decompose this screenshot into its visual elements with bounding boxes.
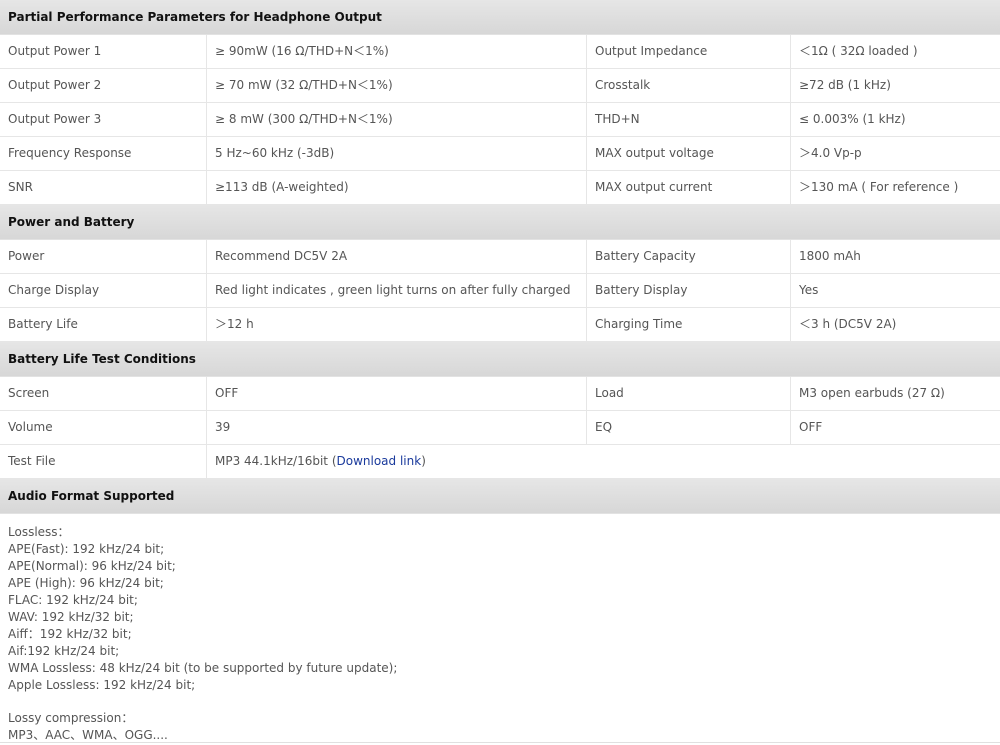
test-file-prefix: MP3 44.1kHz/16bit ( — [215, 454, 337, 468]
section-header-formats: Audio Format Supported — [0, 479, 1000, 514]
list-item: Aiff：192 kHz/32 bit; — [8, 627, 132, 641]
param-value: ＞4.0 Vp-p — [799, 146, 862, 160]
param-label: THD+N — [587, 103, 791, 136]
table-row: Output Power 1 ≥ 90mW (16 Ω/THD+N＜1%) Ou… — [0, 35, 1000, 69]
power-table: Power Recommend DC5V 2A Battery Capacity… — [0, 240, 1000, 342]
test-file-label: Test File — [0, 445, 207, 478]
section-header-power: Power and Battery — [0, 205, 1000, 240]
table-row: Output Power 2 ≥ 70 mW (32 Ω/THD+N＜1%) C… — [0, 69, 1000, 103]
param-value: ＜3 h (DC5V 2A) — [799, 317, 897, 331]
test-table: Screen OFF Load M3 open earbuds (27 Ω) V… — [0, 377, 1000, 479]
list-item: Apple Lossless: 192 kHz/24 bit; — [8, 678, 196, 692]
formats-list: Lossless： APE(Fast): 192 kHz/24 bit; APE… — [0, 514, 1000, 744]
list-item: APE(Fast): 192 kHz/24 bit; — [8, 542, 165, 556]
list-item: Lossy compression： — [8, 711, 134, 725]
table-row: Power Recommend DC5V 2A Battery Capacity… — [0, 240, 1000, 274]
param-label: Load — [587, 377, 791, 410]
param-value: 1800 mAh — [799, 249, 861, 263]
param-value: OFF — [799, 420, 823, 434]
table-row: Charge Display Red light indicates , gre… — [0, 274, 1000, 308]
param-value: Red light indicates , green light turns … — [207, 274, 587, 307]
param-label: MAX output voltage — [587, 137, 791, 170]
param-value: ≥113 dB (A-weighted) — [207, 171, 587, 204]
param-label: MAX output current — [587, 171, 791, 204]
param-label: Screen — [0, 377, 207, 410]
spec-page: Partial Performance Parameters for Headp… — [0, 0, 1000, 745]
param-label: Output Power 2 — [0, 69, 207, 102]
param-label: Charge Display — [0, 274, 207, 307]
param-value: Yes — [799, 283, 819, 297]
table-row: Output Power 3 ≥ 8 mW (300 Ω/THD+N＜1%) T… — [0, 103, 1000, 137]
param-label: Output Power 1 — [0, 35, 207, 68]
param-label: Output Power 3 — [0, 103, 207, 136]
param-value: Recommend DC5V 2A — [207, 240, 587, 273]
param-value: ≥72 dB (1 kHz) — [799, 78, 891, 92]
table-row: Volume 39 EQ OFF — [0, 411, 1000, 445]
param-label: EQ — [587, 411, 791, 444]
table-row: Frequency Response 5 Hz~60 kHz (-3dB) MA… — [0, 137, 1000, 171]
param-label: Battery Life — [0, 308, 207, 341]
param-value: ＞12 h — [207, 308, 587, 341]
list-item: APE (High): 96 kHz/24 bit; — [8, 576, 164, 590]
test-file-suffix: ) — [421, 454, 426, 468]
section-header-headphone: Partial Performance Parameters for Headp… — [0, 0, 1000, 35]
download-link[interactable]: Download link — [337, 454, 422, 468]
headphone-table: Output Power 1 ≥ 90mW (16 Ω/THD+N＜1%) Ou… — [0, 35, 1000, 205]
param-label: Battery Display — [587, 274, 791, 307]
param-label: Volume — [0, 411, 207, 444]
table-row: Screen OFF Load M3 open earbuds (27 Ω) — [0, 377, 1000, 411]
section-header-test: Battery Life Test Conditions — [0, 342, 1000, 377]
list-item: Lossless： — [8, 525, 70, 539]
param-value: ＜1Ω ( 32Ω loaded ) — [799, 44, 918, 58]
param-value: ≥ 8 mW (300 Ω/THD+N＜1%) — [207, 103, 587, 136]
param-value: ≥ 90mW (16 Ω/THD+N＜1%) — [207, 35, 587, 68]
list-item: FLAC: 192 kHz/24 bit; — [8, 593, 138, 607]
list-item: WMA Lossless: 48 kHz/24 bit (to be suppo… — [8, 661, 398, 675]
list-item: APE(Normal): 96 kHz/24 bit; — [8, 559, 176, 573]
param-value: OFF — [207, 377, 587, 410]
test-file-value: MP3 44.1kHz/16bit (Download link) — [207, 445, 795, 478]
param-label: SNR — [0, 171, 207, 204]
param-label: Crosstalk — [587, 69, 791, 102]
param-label: Power — [0, 240, 207, 273]
param-value: ≤ 0.003% (1 kHz) — [799, 112, 906, 126]
param-value: ≥ 70 mW (32 Ω/THD+N＜1%) — [207, 69, 587, 102]
bottom-divider — [0, 742, 1000, 743]
param-value: ＞130 mA ( For reference ) — [799, 180, 959, 194]
table-row: Battery Life ＞12 h Charging Time ＜3 h (D… — [0, 308, 1000, 342]
list-item: Aif:192 kHz/24 bit; — [8, 644, 120, 658]
table-row: SNR ≥113 dB (A-weighted) MAX output curr… — [0, 171, 1000, 205]
param-value: 39 — [207, 411, 587, 444]
param-label: Output Impedance — [587, 35, 791, 68]
param-label: Frequency Response — [0, 137, 207, 170]
table-row: Test File MP3 44.1kHz/16bit (Download li… — [0, 445, 1000, 479]
param-value: 5 Hz~60 kHz (-3dB) — [207, 137, 587, 170]
param-label: Battery Capacity — [587, 240, 791, 273]
param-label: Charging Time — [587, 308, 791, 341]
list-item: WAV: 192 kHz/32 bit; — [8, 610, 134, 624]
param-value: M3 open earbuds (27 Ω) — [799, 386, 945, 400]
